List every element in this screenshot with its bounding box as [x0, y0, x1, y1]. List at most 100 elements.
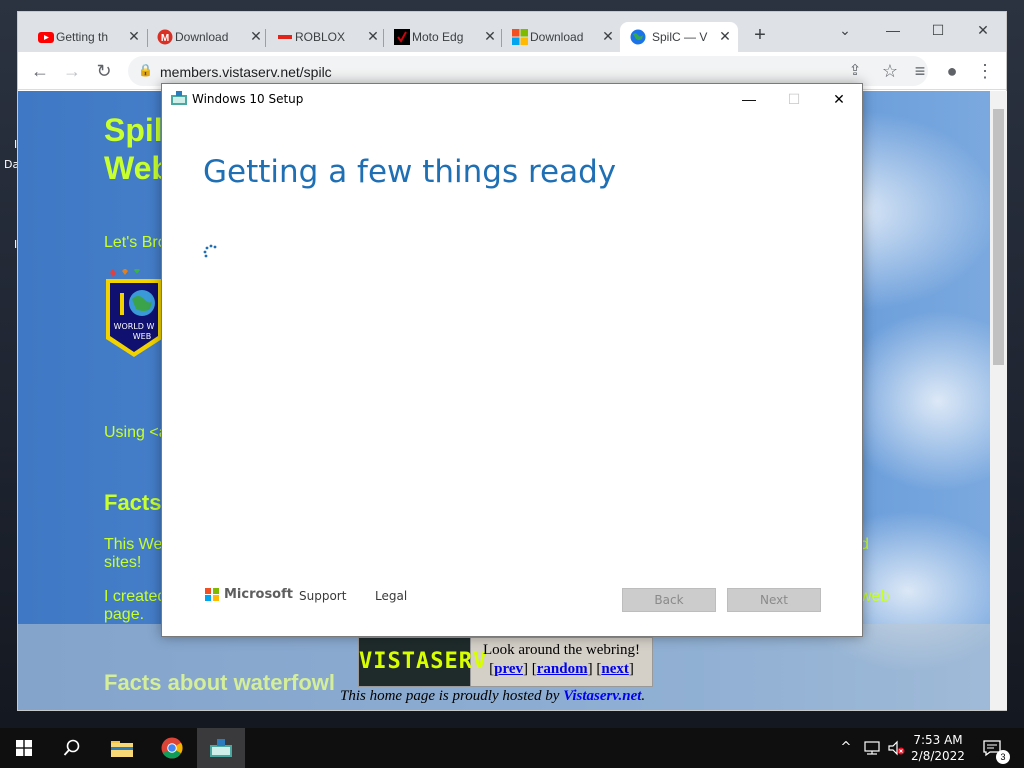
vistaserv-link[interactable]: Vistaserv.net: [563, 688, 641, 704]
profile-avatar-icon[interactable]: ●: [940, 59, 964, 83]
show-hidden-icons-chevron-icon[interactable]: ^: [836, 738, 856, 758]
bookmark-star-icon[interactable]: ☆: [878, 59, 902, 83]
dialog-minimize-button[interactable]: —: [734, 88, 764, 110]
windows-logo-icon: [512, 29, 528, 45]
volume-muted-icon[interactable]: [886, 738, 906, 758]
scrollbar-thumb[interactable]: [993, 109, 1004, 365]
forward-button[interactable]: →: [60, 59, 84, 83]
network-icon[interactable]: [862, 738, 882, 758]
support-link[interactable]: Support: [299, 589, 346, 603]
hosted-suffix: .: [641, 688, 646, 704]
media-control-icon[interactable]: ≡: [908, 59, 932, 83]
loading-spinner-icon: [203, 244, 217, 258]
badge-text-line1: WORLD W: [114, 322, 155, 331]
setup-app-icon: [210, 739, 232, 757]
dialog-close-button[interactable]: ✕: [824, 88, 854, 110]
svg-text:M: M: [161, 33, 169, 44]
notification-count-badge: 3: [996, 750, 1010, 764]
tab-microsoft-download[interactable]: Download ✕: [510, 22, 615, 52]
tab-strip: Getting th ✕ M Download ✕ ROBLOX ✕ Moto …: [18, 12, 1006, 52]
tab-label: Getting th: [56, 30, 109, 44]
webring-links: [prev] [random] [next]: [471, 660, 652, 679]
close-icon[interactable]: ✕: [127, 29, 141, 43]
browser-maximize-button[interactable]: ☐: [926, 18, 950, 42]
hosted-prefix: This home page is proudly hosted by: [340, 688, 564, 704]
back-button[interactable]: ←: [28, 59, 52, 83]
webring-bracket: ]: [628, 661, 634, 677]
reload-button[interactable]: ↻: [92, 59, 116, 83]
tab-spilc-active[interactable]: SpilC — V ✕: [620, 22, 738, 52]
sites-text: sites!: [104, 554, 142, 571]
browser-menu-icon[interactable]: ⋮: [973, 59, 997, 83]
webring-next-link[interactable]: next: [601, 661, 629, 677]
close-icon[interactable]: ✕: [366, 29, 380, 43]
tab-divider: [501, 29, 502, 47]
tab-divider: [265, 29, 266, 47]
start-button[interactable]: [0, 728, 48, 768]
tab-label: Download: [175, 30, 229, 44]
clock-date: 2/8/2022: [911, 749, 965, 763]
browser-minimize-button[interactable]: —: [881, 18, 905, 42]
webring-line1: Look around the webring!: [482, 642, 641, 658]
search-icon: [63, 739, 80, 756]
webring-random-link[interactable]: random: [537, 661, 588, 677]
dialog-title: Windows 10 Setup: [192, 92, 304, 106]
gmail-icon: M: [157, 29, 173, 45]
webring-bracket: ]: [523, 661, 529, 677]
tab-label: Download: [530, 30, 584, 44]
close-icon[interactable]: ✕: [249, 29, 263, 43]
right-fragment-web: web: [860, 588, 890, 605]
microsoft-logo-icon: [205, 587, 219, 602]
setup-app-icon: [171, 91, 187, 105]
chrome-icon: [161, 737, 183, 759]
address-bar[interactable]: 🔒 members.vistaserv.net/spilc ⇪ ☆: [128, 56, 928, 86]
url-text[interactable]: members.vistaserv.net/spilc: [160, 64, 332, 80]
tab-divider: [147, 29, 148, 47]
globe-icon: [630, 29, 646, 45]
page-text: page.: [104, 606, 145, 623]
webring-bracket: ]: [587, 661, 593, 677]
new-tab-button[interactable]: +: [750, 25, 770, 46]
vistaserv-logo[interactable]: VISTASERV: [359, 638, 486, 686]
i-created-text: I created: [104, 588, 167, 605]
tab-youtube[interactable]: Getting th ✕: [36, 22, 141, 52]
tab-label: ROBLOX: [295, 30, 346, 44]
legal-link[interactable]: Legal: [375, 589, 407, 603]
windows-start-icon: [16, 740, 32, 756]
webring-text: Look around the webring! [prev] [random]…: [471, 638, 652, 686]
tab-search-button[interactable]: ⌄: [833, 18, 857, 42]
tab-divider: [383, 29, 384, 47]
youtube-icon: [38, 32, 54, 43]
search-button[interactable]: [48, 728, 96, 768]
back-button[interactable]: Back: [622, 588, 716, 612]
browser-close-button[interactable]: ✕: [971, 18, 995, 42]
tab-verizon[interactable]: Moto Edg ✕: [392, 22, 497, 52]
taskbar-chrome[interactable]: [148, 728, 196, 768]
close-icon[interactable]: ✕: [718, 29, 732, 43]
next-button[interactable]: Next: [727, 588, 821, 612]
close-icon[interactable]: ✕: [601, 29, 615, 43]
tab-gmail[interactable]: M Download ✕: [155, 22, 263, 52]
using-text: Using <a: [104, 424, 168, 441]
dialog-heading: Getting a few things ready: [203, 154, 617, 190]
badge-text-line2: WEB: [133, 332, 151, 341]
close-icon[interactable]: ✕: [483, 29, 497, 43]
dialog-titlebar[interactable]: Windows 10 Setup — ☐ ✕: [162, 84, 862, 114]
taskbar-file-explorer[interactable]: [98, 728, 146, 768]
lock-icon[interactable]: 🔒: [138, 63, 153, 79]
world-wide-web-badge[interactable]: WORLD W WEB: [104, 269, 164, 359]
microsoft-logo: Microsoft: [205, 587, 293, 602]
verizon-icon: [394, 29, 410, 45]
tab-roblox[interactable]: ROBLOX ✕: [275, 22, 380, 52]
page-scrollbar[interactable]: [990, 91, 1007, 710]
tab-label: SpilC — V: [652, 30, 708, 44]
facts-waterfowl-heading: Facts about waterfowl: [104, 670, 336, 695]
system-clock[interactable]: 7:53 AM 2/8/2022: [906, 732, 970, 764]
tab-label: Moto Edg: [412, 30, 464, 44]
webring-prev-link[interactable]: prev: [494, 661, 523, 677]
taskbar: ^ 7:53 AM 2/8/2022 3: [0, 728, 1024, 768]
windows-setup-dialog: Windows 10 Setup — ☐ ✕ Getting a few thi…: [161, 83, 863, 637]
share-icon[interactable]: ⇪: [843, 59, 867, 83]
taskbar-windows-setup[interactable]: [197, 728, 245, 768]
webring-box: VISTASERV Look around the webring! [prev…: [358, 637, 653, 687]
